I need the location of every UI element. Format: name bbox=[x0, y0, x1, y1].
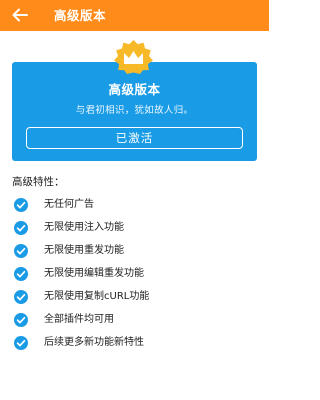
feature-label: 无限使用复制cURL功能 bbox=[44, 291, 150, 302]
check-circle-icon bbox=[14, 313, 28, 327]
features-heading: 高级特性： bbox=[12, 176, 65, 188]
feature-label: 全部插件均可用 bbox=[44, 314, 114, 325]
app-bar: 高级版本 bbox=[0, 0, 269, 31]
feature-label: 无限使用编辑重发功能 bbox=[44, 268, 144, 279]
check-circle-icon bbox=[14, 267, 28, 281]
list-item: 无限使用注入功能 bbox=[14, 220, 124, 236]
check-circle-icon bbox=[14, 221, 28, 235]
check-circle-icon bbox=[14, 198, 28, 212]
list-item: 无任何广告 bbox=[14, 197, 94, 213]
list-item: 全部插件均可用 bbox=[14, 312, 114, 328]
check-circle-icon bbox=[14, 290, 28, 304]
check-circle-icon bbox=[14, 244, 28, 258]
check-circle-icon bbox=[14, 336, 28, 350]
card-title: 高级版本 bbox=[108, 82, 161, 97]
page-title: 高级版本 bbox=[54, 8, 107, 23]
list-item: 后续更多新功能新特性 bbox=[14, 335, 144, 351]
feature-label: 无限使用注入功能 bbox=[44, 222, 124, 233]
list-item: 无限使用复制cURL功能 bbox=[14, 289, 149, 305]
card-subtitle: 与君初相识，犹如故人归。 bbox=[75, 105, 194, 116]
crown-icon bbox=[114, 40, 153, 74]
feature-label: 无限使用重发功能 bbox=[44, 245, 124, 256]
activated-button[interactable]: 已激活 bbox=[26, 127, 243, 149]
list-item: 无限使用重发功能 bbox=[14, 243, 124, 259]
list-item: 无限使用编辑重发功能 bbox=[14, 266, 144, 282]
back-button[interactable] bbox=[8, 4, 32, 26]
feature-label: 无任何广告 bbox=[44, 199, 94, 210]
arrow-left-icon[interactable] bbox=[12, 8, 28, 22]
feature-label: 后续更多新功能新特性 bbox=[44, 337, 144, 348]
